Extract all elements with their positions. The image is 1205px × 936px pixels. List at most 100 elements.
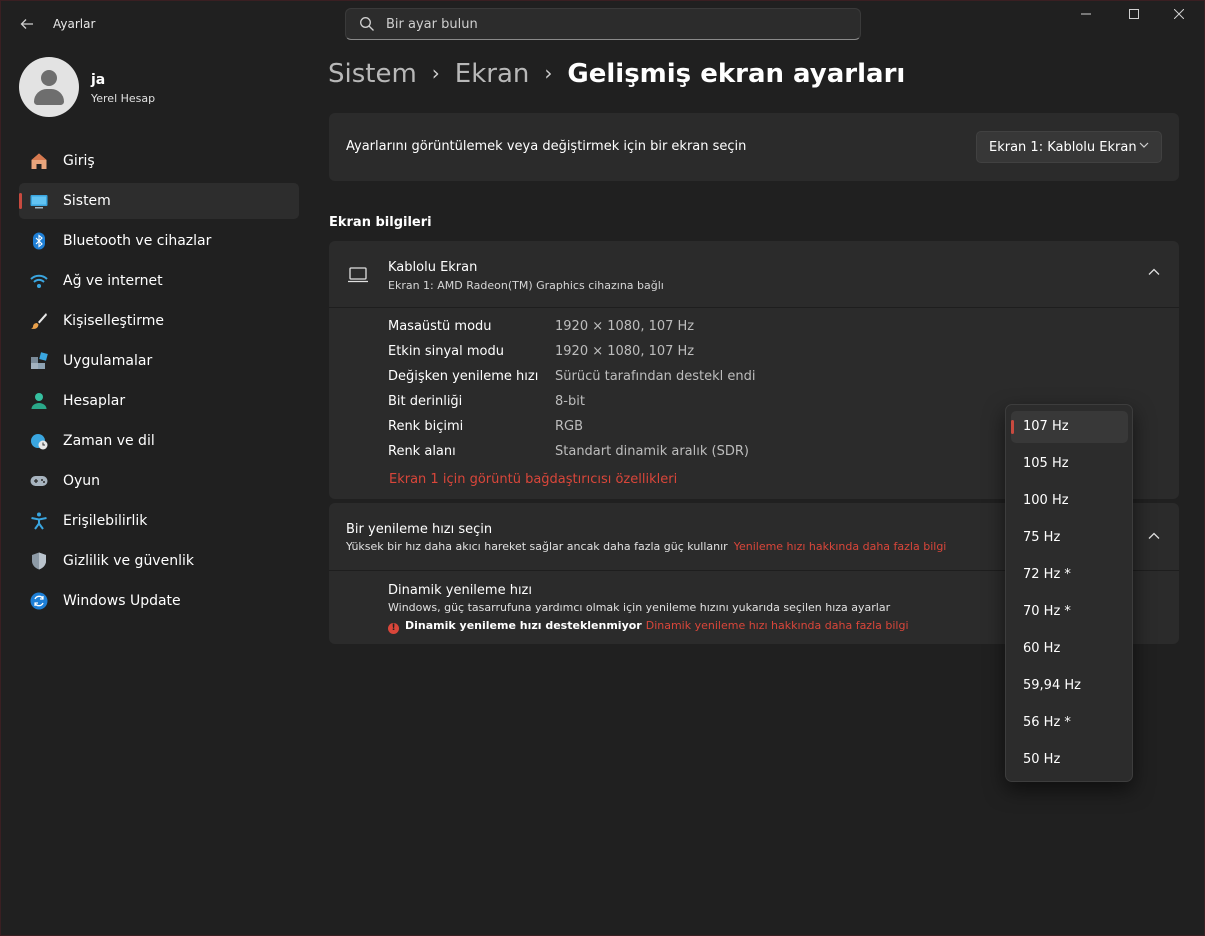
- minimize-icon: [1081, 13, 1091, 15]
- sidebar-item-label: Ağ ve internet: [63, 273, 163, 289]
- info-value: 1920 × 1080, 107 Hz: [555, 319, 695, 334]
- refresh-option[interactable]: 50 Hz: [1011, 744, 1128, 776]
- display-info-header[interactable]: Kablolu Ekran Ekran 1: AMD Radeon(TM) Gr…: [329, 241, 1179, 308]
- close-icon: [1173, 8, 1185, 20]
- close-button[interactable]: [1156, 1, 1202, 31]
- person-icon: [31, 393, 47, 409]
- sidebar-item-accounts[interactable]: Hesaplar: [19, 383, 299, 419]
- sidebar-item-windows-update[interactable]: Windows Update: [19, 583, 299, 619]
- avatar: [19, 57, 79, 117]
- refresh-option-label: 70 Hz *: [1023, 604, 1071, 619]
- refresh-option-label: 56 Hz *: [1023, 715, 1071, 730]
- sidebar-item-label: Giriş: [63, 153, 95, 169]
- refresh-rate-title: Bir yenileme hızı seçin: [346, 522, 493, 537]
- chevron-up-icon[interactable]: [1147, 265, 1161, 279]
- info-value: Sürücü tarafından destekl endi: [555, 369, 756, 384]
- dynamic-refresh-learn-more-link[interactable]: Dinamik yenileme hızı hakkında daha fazl…: [646, 619, 909, 632]
- refresh-option[interactable]: 100 Hz: [1011, 485, 1128, 517]
- user-profile[interactable]: ja Yerel Hesap: [19, 57, 299, 119]
- laptop-icon: [348, 267, 368, 283]
- dynamic-refresh-warning-text: Dinamik yenileme hızı desteklenmiyor: [405, 619, 642, 632]
- info-key: Renk biçimi: [388, 419, 464, 434]
- refresh-desc-text: Yüksek bir hız daha akıcı hareket sağlar…: [346, 540, 728, 553]
- refresh-option[interactable]: 75 Hz: [1011, 522, 1128, 554]
- dynamic-refresh-title: Dinamik yenileme hızı: [388, 583, 532, 598]
- refresh-option-label: 75 Hz: [1023, 530, 1061, 545]
- search-icon: [360, 17, 374, 31]
- shield-icon: [32, 552, 46, 570]
- sidebar-item-personalization[interactable]: Kişiselleştirme: [19, 303, 299, 339]
- refresh-rate-learn-more-link[interactable]: Yenileme hızı hakkında daha fazla bilgi: [734, 540, 947, 553]
- sidebar-item-time-language[interactable]: Zaman ve dil: [19, 423, 299, 459]
- refresh-option[interactable]: 72 Hz *: [1011, 559, 1128, 591]
- sidebar-item-label: Bluetooth ve cihazlar: [63, 233, 212, 249]
- sidebar-item-label: Windows Update: [63, 593, 181, 609]
- title-bar: Ayarlar: [1, 1, 1204, 47]
- sidebar-item-accessibility[interactable]: Erişilebilirlik: [19, 503, 299, 539]
- display-select-card: Ayarlarını görüntülemek veya değiştirmek…: [329, 113, 1179, 181]
- sidebar-item-gaming[interactable]: Oyun: [19, 463, 299, 499]
- info-value: 1920 × 1080, 107 Hz: [555, 344, 695, 359]
- sidebar-nav: Giriş Sistem Bluetooth ve cihazlar Ağ ve…: [19, 143, 299, 623]
- refresh-option-label: 50 Hz: [1023, 752, 1061, 767]
- monitor-icon: [30, 195, 48, 209]
- back-button[interactable]: [15, 13, 39, 35]
- profile-name: ja: [91, 72, 106, 88]
- display-dropdown[interactable]: Ekran 1: Kablolu Ekran: [976, 131, 1162, 163]
- refresh-option-label: 100 Hz: [1023, 493, 1069, 508]
- chevron-down-icon: [1139, 140, 1149, 153]
- refresh-option[interactable]: 56 Hz *: [1011, 707, 1128, 739]
- sidebar-item-bluetooth[interactable]: Bluetooth ve cihazlar: [19, 223, 299, 259]
- refresh-option[interactable]: 105 Hz: [1011, 448, 1128, 480]
- display-dropdown-value: Ekran 1: Kablolu Ekran: [989, 140, 1137, 155]
- info-value: Standart dinamik aralık (SDR): [555, 444, 749, 459]
- refresh-option-label: 105 Hz: [1023, 456, 1069, 471]
- maximize-icon: [1129, 9, 1139, 19]
- settings-window: Ayarlar ja Yerel Hesap Giriş Sistem: [0, 0, 1205, 936]
- globe-clock-icon: [31, 434, 48, 450]
- brush-icon: [31, 313, 47, 329]
- dynamic-refresh-warning: ! Dinamik yenileme hızı desteklenmiyor Din…: [388, 619, 909, 634]
- refresh-option[interactable]: 60 Hz: [1011, 633, 1128, 665]
- app-title: Ayarlar: [53, 17, 96, 31]
- refresh-option[interactable]: 59,94 Hz: [1011, 670, 1128, 702]
- info-key: Etkin sinyal modu: [388, 344, 504, 359]
- back-arrow-icon: [20, 19, 33, 29]
- wifi-icon: [30, 274, 48, 288]
- search-box[interactable]: [345, 8, 861, 40]
- sidebar-item-network[interactable]: Ağ ve internet: [19, 263, 299, 299]
- dynamic-refresh-description: Windows, güç tasarrufuna yardımcı olmak …: [388, 601, 891, 614]
- sidebar-item-label: Gizlilik ve güvenlik: [63, 553, 194, 569]
- chevron-up-icon[interactable]: [1147, 529, 1161, 543]
- info-key: Masaüstü modu: [388, 319, 492, 334]
- info-key: Renk alanı: [388, 444, 456, 459]
- refresh-rate-description: Yüksek bir hız daha akıcı hareket sağlar…: [346, 540, 946, 553]
- refresh-option-label: 72 Hz *: [1023, 567, 1071, 582]
- breadcrumb-display[interactable]: Ekran: [455, 59, 530, 89]
- sidebar-item-apps[interactable]: Uygulamalar: [19, 343, 299, 379]
- section-title-display-info: Ekran bilgileri: [329, 215, 432, 230]
- update-icon: [30, 592, 48, 610]
- page-title: Gelişmiş ekran ayarları: [567, 59, 906, 89]
- info-value: RGB: [555, 419, 584, 434]
- sidebar-item-privacy[interactable]: Gizlilik ve güvenlik: [19, 543, 299, 579]
- refresh-option[interactable]: 70 Hz *: [1011, 596, 1128, 628]
- info-key: Bit derinliği: [388, 394, 463, 409]
- breadcrumb: Sistem › Ekran › Gelişmiş ekran ayarları: [328, 59, 905, 95]
- maximize-button[interactable]: [1111, 1, 1157, 31]
- breadcrumb-system[interactable]: Sistem: [328, 59, 417, 89]
- sidebar-item-home[interactable]: Giriş: [19, 143, 299, 179]
- sidebar-item-label: Erişilebilirlik: [63, 513, 148, 529]
- display-info-subtitle: Ekran 1: AMD Radeon(TM) Graphics cihazın…: [388, 279, 664, 292]
- sidebar-item-label: Zaman ve dil: [63, 433, 155, 449]
- refresh-rate-dropdown-list: 107 Hz 105 Hz 100 Hz 75 Hz 72 Hz * 70 Hz…: [1005, 404, 1133, 782]
- accessibility-icon: [31, 512, 47, 530]
- refresh-option-label: 60 Hz: [1023, 641, 1061, 656]
- minimize-button[interactable]: [1063, 1, 1109, 31]
- sidebar-item-label: Uygulamalar: [63, 353, 153, 369]
- search-input[interactable]: [386, 13, 846, 35]
- adapter-properties-link[interactable]: Ekran 1 için görüntü bağdaştırıcısı özel…: [389, 472, 677, 487]
- refresh-option[interactable]: 107 Hz: [1011, 411, 1128, 443]
- sidebar-item-system[interactable]: Sistem: [19, 183, 299, 219]
- info-value: 8-bit: [555, 394, 585, 409]
